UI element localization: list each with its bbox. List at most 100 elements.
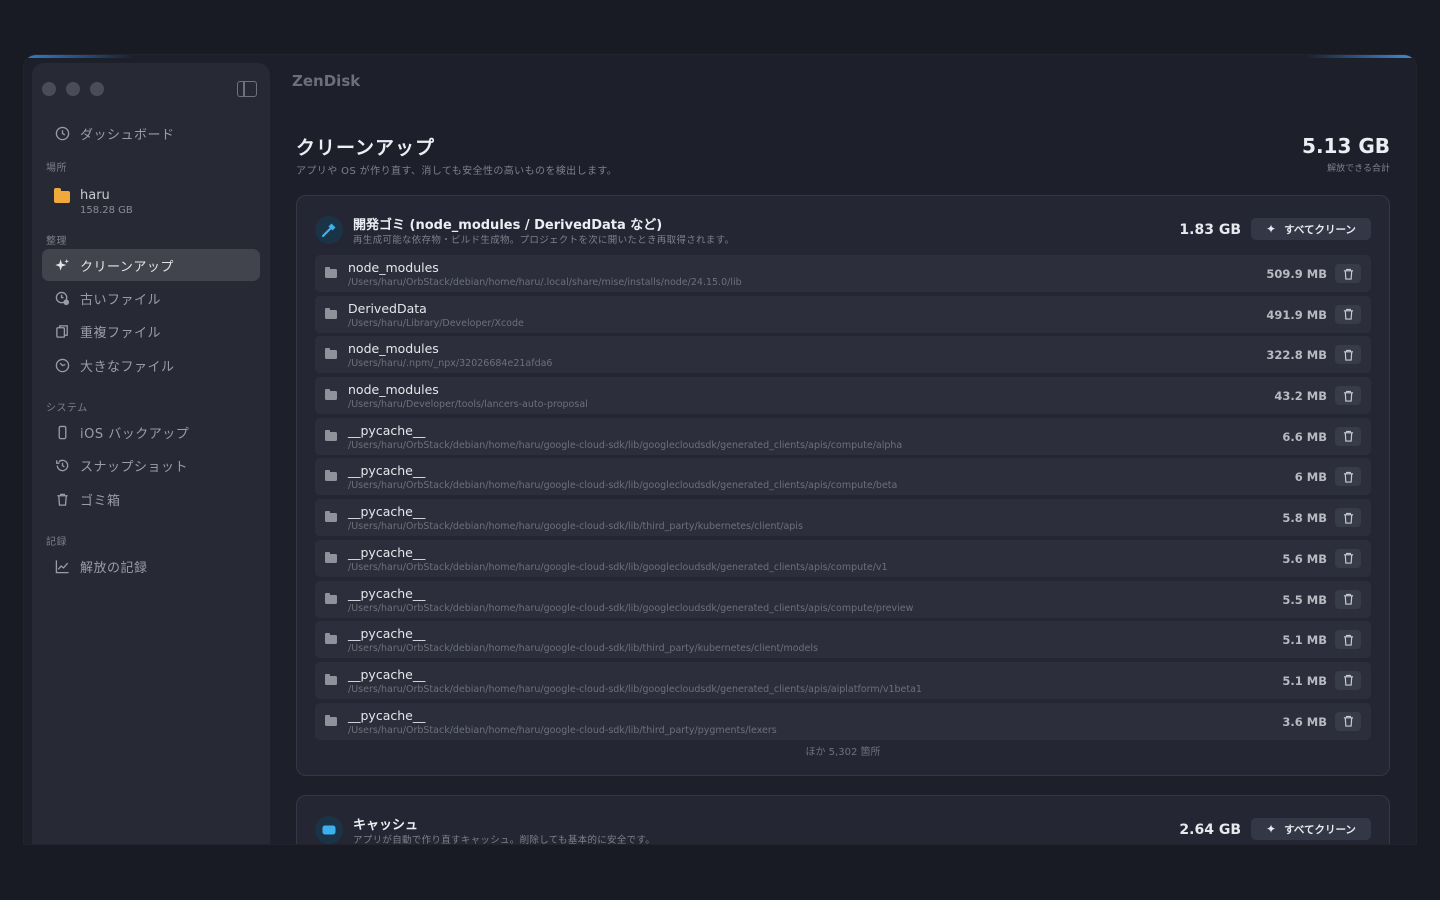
folder-icon	[325, 470, 337, 482]
close-window-button[interactable]	[42, 82, 56, 96]
card-header: キャッシュ アプリが自動で作り直すキャッシュ。削除しても基本的に安全です。 2.…	[297, 796, 1389, 844]
delete-button[interactable]	[1335, 264, 1361, 283]
sidebar-item-dashboard[interactable]: ダッシュボード	[42, 117, 260, 149]
item-name: __pycache__	[348, 666, 426, 682]
folder-icon	[325, 673, 337, 685]
item-size: 6 MB	[1294, 470, 1327, 485]
delete-button[interactable]	[1335, 670, 1361, 690]
list-item[interactable]: __pycache__/Users/haru/OrbStack/debian/h…	[315, 499, 1371, 537]
sidebar-item-duplicates[interactable]: 重複ファイル	[42, 315, 260, 347]
sidebar-item-ios-backup[interactable]: iOS バックアップ	[42, 416, 260, 448]
sidebar-item-old-files[interactable]: 古いファイル	[42, 282, 260, 314]
delete-button[interactable]	[1335, 345, 1361, 365]
card-title: キャッシュ	[353, 818, 419, 833]
sidebar-location-haru[interactable]: haru 158.28 GB	[54, 188, 133, 216]
folder-icon	[325, 551, 337, 563]
delete-button[interactable]	[1335, 508, 1361, 528]
folder-icon	[325, 267, 337, 278]
list-item[interactable]: DerivedData/Users/haru/Library/Developer…	[315, 295, 1371, 333]
dashboard-icon	[54, 125, 70, 141]
folder-icon	[325, 389, 337, 401]
sidebar-item-large-files[interactable]: 大きなファイル	[42, 349, 260, 381]
item-path: /Users/haru/Developer/tools/lancers-auto…	[348, 399, 588, 411]
item-size: 6.6 MB	[1282, 429, 1327, 444]
item-name: node_modules	[348, 382, 439, 398]
list-item[interactable]: __pycache__/Users/haru/OrbStack/debian/h…	[315, 580, 1371, 618]
list-item[interactable]: node_modules/Users/haru/Developer/tools/…	[315, 377, 1371, 415]
sidebar-item-label: 古いファイル	[80, 292, 162, 308]
delete-button[interactable]	[1335, 548, 1361, 568]
list-item[interactable]: node_modules/Users/haru/.npm/_npx/320266…	[315, 336, 1371, 374]
item-size: 491.9 MB	[1266, 307, 1327, 322]
card-description: アプリが自動で作り直すキャッシュ。削除しても基本的に安全です。	[353, 835, 656, 844]
list-item[interactable]: __pycache__/Users/haru/OrbStack/debian/h…	[315, 621, 1371, 659]
minimize-window-button[interactable]	[66, 82, 80, 96]
list-item[interactable]: __pycache__/Users/haru/OrbStack/debian/h…	[315, 661, 1371, 699]
item-path: /Users/haru/OrbStack/debian/home/haru/go…	[348, 521, 803, 533]
sparkle-icon: ✦	[1266, 222, 1277, 236]
delete-button[interactable]	[1335, 630, 1361, 650]
item-path: /Users/haru/OrbStack/debian/home/haru/go…	[348, 561, 888, 573]
item-size: 5.1 MB	[1282, 633, 1327, 648]
delete-button[interactable]	[1335, 589, 1361, 609]
sidebar-item-label: スナップショット	[80, 459, 189, 475]
item-size: 43.2 MB	[1274, 389, 1327, 404]
delete-button[interactable]	[1335, 386, 1361, 406]
item-name: __pycache__	[348, 707, 426, 723]
trash-icon	[1343, 309, 1353, 320]
sidebar-item-release-history[interactable]: 解放の記録	[42, 550, 260, 582]
item-name: __pycache__	[348, 463, 426, 479]
item-path: /Users/haru/OrbStack/debian/home/haru/go…	[348, 480, 898, 492]
section-label-records: 記録	[46, 537, 67, 548]
clean-all-label: すべてクリーン	[1284, 223, 1356, 236]
page-subtitle: アプリや OS が作り直す、消しても安全性の高いものを検出します。	[296, 166, 618, 177]
folder-icon	[325, 592, 337, 604]
item-path: /Users/haru/OrbStack/debian/home/haru/go…	[348, 724, 777, 736]
total-size: 5.13 GB	[1302, 134, 1390, 158]
list-item[interactable]: __pycache__/Users/haru/OrbStack/debian/h…	[315, 458, 1371, 496]
gauge-icon	[54, 357, 70, 373]
cache-card: キャッシュ アプリが自動で作り直すキャッシュ。削除しても基本的に安全です。 2.…	[296, 795, 1390, 844]
card-title: 開発ゴミ (node_modules / DerivedData など)	[353, 218, 663, 233]
folder-icon	[325, 348, 337, 360]
sidebar-item-label: ダッシュボード	[80, 127, 175, 143]
sidebar-item-snapshots[interactable]: スナップショット	[42, 449, 260, 481]
folder-icon	[325, 714, 337, 726]
item-size: 5.1 MB	[1282, 673, 1327, 688]
list-item[interactable]: __pycache__/Users/haru/OrbStack/debian/h…	[315, 702, 1371, 740]
zoom-window-button[interactable]	[90, 82, 104, 96]
delete-button[interactable]	[1335, 711, 1361, 731]
sidebar-item-label: 重複ファイル	[80, 325, 162, 341]
list-item[interactable]: __pycache__/Users/haru/OrbStack/debian/h…	[315, 539, 1371, 577]
more-items-count: ほか 5,302 箇所	[805, 747, 881, 758]
item-path: /Users/haru/OrbStack/debian/home/haru/go…	[348, 439, 903, 451]
list-item[interactable]: __pycache__/Users/haru/OrbStack/debian/h…	[315, 417, 1371, 455]
item-name: node_modules	[348, 341, 439, 357]
app-title: ZenDisk	[292, 72, 361, 90]
item-path: /Users/haru/Library/Developer/Xcode	[348, 317, 524, 329]
delete-button[interactable]	[1335, 467, 1361, 487]
trash-icon	[1343, 471, 1353, 483]
list-item[interactable]: node_modules/Users/haru/OrbStack/debian/…	[315, 255, 1371, 292]
location-name: haru	[80, 188, 110, 203]
sidebar: ダッシュボード 場所 haru 158.28 GB 整理 クリーンアップ 古いフ…	[32, 63, 270, 844]
trash-icon	[1343, 431, 1353, 442]
card-size: 1.83 GB	[1179, 222, 1241, 238]
section-label-organize: 整理	[46, 236, 67, 247]
clean-all-button[interactable]: ✦ すべてクリーン	[1251, 818, 1371, 840]
section-label-system: システム	[46, 403, 88, 414]
sidebar-item-trash[interactable]: ゴミ箱	[42, 483, 260, 515]
clean-all-button[interactable]: ✦ すべてクリーン	[1251, 218, 1371, 240]
delete-button[interactable]	[1335, 304, 1361, 324]
item-size: 3.6 MB	[1282, 714, 1327, 729]
item-path: /Users/haru/OrbStack/debian/home/haru/go…	[348, 602, 914, 614]
sidebar-item-cleanup[interactable]: クリーンアップ	[42, 249, 260, 281]
sidebar-toggle-icon[interactable]	[237, 81, 257, 97]
delete-button[interactable]	[1335, 426, 1361, 446]
trash-icon	[1343, 715, 1353, 727]
window-controls	[42, 82, 104, 96]
trash-icon	[1343, 268, 1353, 280]
trash-icon	[1343, 512, 1353, 524]
sidebar-item-label: クリーンアップ	[80, 259, 174, 275]
cache-icon	[315, 816, 343, 844]
